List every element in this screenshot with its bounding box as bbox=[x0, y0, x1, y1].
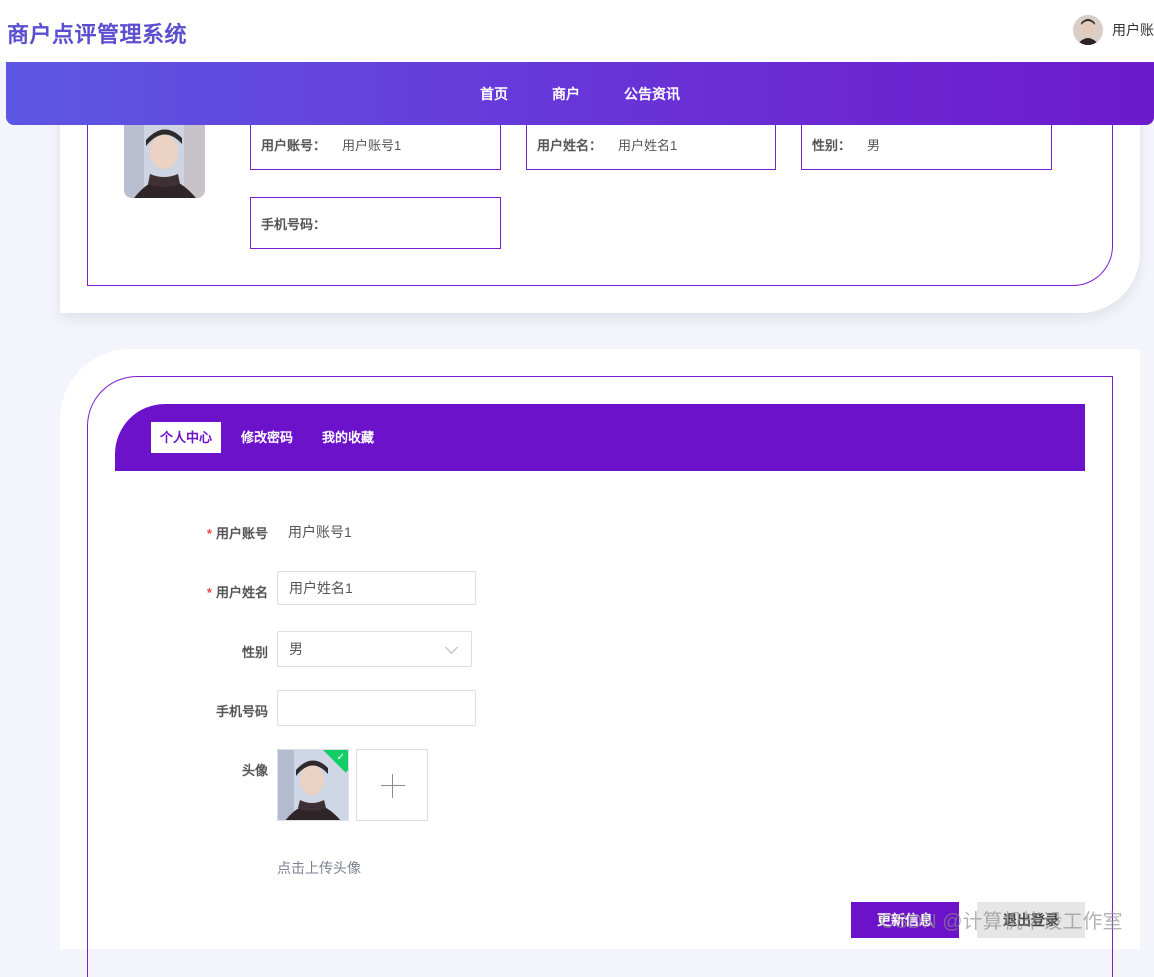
gender-select[interactable]: 男 bbox=[277, 631, 472, 667]
user-name[interactable]: 用户账 bbox=[1112, 20, 1154, 40]
profile-gender-label: 性别： bbox=[812, 138, 852, 153]
check-icon: ✓ bbox=[336, 752, 345, 763]
gender-label: 性别 bbox=[241, 645, 268, 660]
top-bar: 商户点评管理系统 用户账 bbox=[0, 0, 1154, 62]
avatar-label: 头像 bbox=[241, 763, 268, 778]
user-menu[interactable]: 用户账 bbox=[1073, 15, 1154, 45]
nav-item-home[interactable]: 首页 bbox=[460, 84, 528, 104]
profile-phone-label: 手机号码： bbox=[261, 216, 327, 232]
app-title: 商户点评管理系统 bbox=[7, 22, 188, 47]
main-nav: 首页 商户 公告资讯 bbox=[6, 62, 1154, 125]
profile-name-value: 用户姓名1 bbox=[618, 138, 678, 153]
profile-summary-card: 用户账号： 用户账号1 用户姓名： 用户姓名1 性别： 男 手机号码： bbox=[60, 100, 1140, 313]
watermark: CSDN @计算机毕设工作室 bbox=[880, 911, 1123, 933]
avatar-thumbnail[interactable]: ✓ bbox=[277, 749, 349, 821]
profile-account-label: 用户账号： bbox=[261, 138, 327, 153]
profile-name-label: 用户姓名： bbox=[537, 138, 603, 153]
account-label: * 用户账号 bbox=[206, 526, 268, 541]
upload-avatar-button[interactable] bbox=[356, 749, 428, 821]
phone-input[interactable] bbox=[277, 690, 476, 726]
profile-photo bbox=[124, 118, 205, 198]
tab-change-password[interactable]: 修改密码 bbox=[232, 422, 302, 453]
name-input[interactable] bbox=[277, 571, 476, 605]
required-mark: * bbox=[206, 526, 212, 541]
tab-my-favorites[interactable]: 我的收藏 bbox=[313, 422, 383, 453]
chevron-down-icon bbox=[445, 640, 458, 654]
nav-item-merchant[interactable]: 商户 bbox=[532, 84, 600, 104]
gender-select-value: 男 bbox=[289, 641, 303, 657]
profile-phone-box: 手机号码： bbox=[250, 197, 501, 249]
tab-personal-center[interactable]: 个人中心 bbox=[151, 422, 222, 453]
required-mark: * bbox=[206, 585, 212, 600]
phone-label: 手机号码 bbox=[215, 704, 268, 719]
profile-name-box: 用户姓名： 用户姓名1 bbox=[526, 119, 776, 170]
profile-account-value: 用户账号1 bbox=[342, 138, 402, 153]
name-label: * 用户姓名 bbox=[206, 585, 268, 600]
upload-hint: 点击上传头像 bbox=[277, 860, 361, 876]
nav-item-announcements[interactable]: 公告资讯 bbox=[604, 84, 700, 104]
profile-gender-value: 男 bbox=[867, 138, 881, 153]
profile-gender-box: 性别： 男 bbox=[801, 119, 1052, 170]
account-value: 用户账号1 bbox=[288, 524, 352, 540]
profile-account-box: 用户账号： 用户账号1 bbox=[250, 119, 501, 170]
tab-bar: 个人中心 修改密码 我的收藏 bbox=[115, 404, 1085, 471]
user-avatar[interactable] bbox=[1073, 15, 1103, 45]
